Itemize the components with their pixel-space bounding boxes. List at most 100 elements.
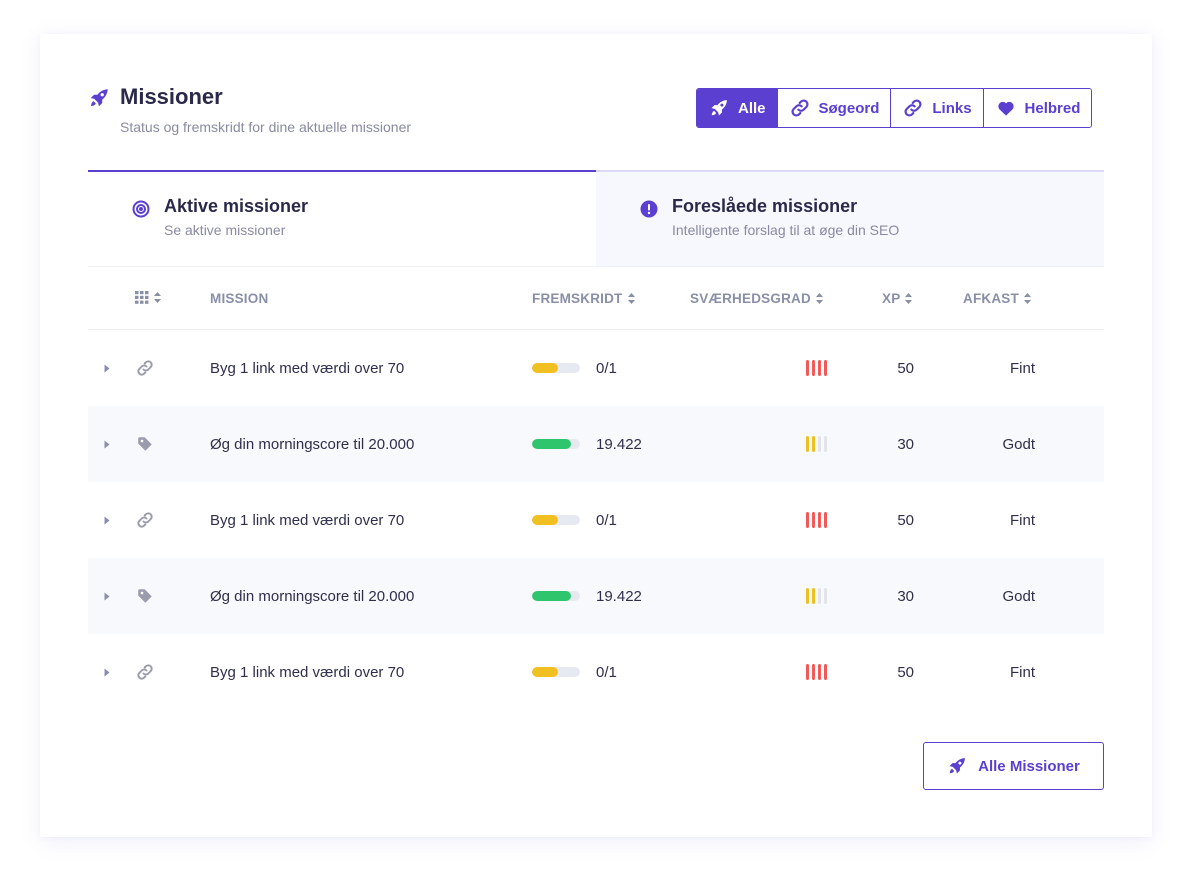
column-mission-label: MISSION	[210, 291, 269, 306]
return-value: Fint	[1009, 663, 1035, 681]
tab-active-title: Aktive missioner	[164, 196, 309, 216]
progress-value: 19.422	[596, 587, 642, 605]
difficulty-bar	[818, 360, 821, 376]
mission-name: Byg 1 link med værdi over 70	[210, 663, 405, 681]
difficulty-meter	[806, 330, 827, 406]
column-difficulty[interactable]: SVÆRHEDSGRAD	[690, 291, 823, 306]
difficulty-bar	[812, 360, 815, 376]
difficulty-bar	[806, 588, 809, 604]
mission-name: Byg 1 link med værdi over 70	[210, 511, 405, 529]
filter-health-button[interactable]: Helbred	[982, 89, 1092, 127]
column-mission[interactable]: MISSION	[210, 291, 268, 306]
xp-value: 30	[897, 435, 914, 453]
table-row[interactable]: Øg din morningscore til 20.000 19.422 30…	[88, 558, 1104, 634]
difficulty-bar	[812, 436, 815, 452]
sort-icon	[627, 293, 635, 304]
difficulty-meter	[806, 406, 827, 482]
all-missions-label: Alle Missioner	[978, 757, 1080, 775]
expand-caret-icon[interactable]	[104, 482, 112, 558]
column-difficulty-label: SVÆRHEDSGRAD	[690, 291, 811, 306]
progress-bar	[532, 591, 580, 601]
difficulty-bar	[812, 512, 815, 528]
difficulty-bar	[824, 664, 827, 680]
sort-icon	[1023, 293, 1031, 304]
rocket-icon	[949, 758, 966, 774]
expand-caret-icon[interactable]	[104, 634, 112, 710]
heart-icon	[997, 101, 1014, 116]
progress-cell: 19.422	[532, 406, 642, 482]
column-progress[interactable]: FREMSKRIDT	[532, 291, 635, 306]
filter-links-label: Links	[932, 99, 972, 117]
difficulty-bar	[824, 512, 827, 528]
missions-table: MISSION FREMSKRIDT SVÆRHEDSGRAD XP AFKAS…	[88, 266, 1104, 710]
difficulty-meter	[806, 634, 827, 710]
rocket-icon	[711, 100, 727, 116]
table-header: MISSION FREMSKRIDT SVÆRHEDSGRAD XP AFKAS…	[88, 266, 1104, 330]
progress-bar-fill	[532, 363, 559, 373]
link-icon	[136, 482, 156, 558]
filter-links-button[interactable]: Links	[890, 89, 983, 127]
progress-cell: 0/1	[532, 482, 617, 558]
progress-value: 19.422	[596, 435, 642, 453]
link-icon	[136, 634, 156, 710]
progress-cell: 0/1	[532, 634, 617, 710]
expand-caret-icon[interactable]	[104, 406, 112, 482]
page-title: Missioner	[120, 84, 223, 109]
progress-cell: 19.422	[532, 558, 642, 634]
difficulty-bar	[806, 436, 809, 452]
progress-value: 0/1	[596, 359, 617, 377]
expand-caret-icon[interactable]	[104, 330, 112, 406]
tag-icon	[136, 406, 156, 482]
column-progress-label: FREMSKRIDT	[532, 291, 623, 306]
column-return[interactable]: AFKAST	[963, 291, 1031, 306]
difficulty-bar	[818, 512, 821, 528]
tab-suggested-title: Foreslåede missioner	[672, 196, 858, 216]
difficulty-bar	[824, 588, 827, 604]
difficulty-bar	[806, 664, 809, 680]
return-value: Godt	[1002, 435, 1035, 453]
link-icon	[904, 99, 922, 117]
sort-icon	[905, 293, 913, 304]
return-value: Fint	[1009, 359, 1035, 377]
mission-tabs: Aktive missioner Se aktive missioner For…	[88, 170, 1104, 266]
progress-cell: 0/1	[532, 330, 617, 406]
type-sort-header[interactable]	[135, 291, 161, 304]
filter-keywords-button[interactable]: Søgeord	[776, 89, 891, 127]
filter-all-button[interactable]: Alle	[697, 89, 777, 127]
difficulty-bar	[812, 588, 815, 604]
mission-name: Øg din morningscore til 20.000	[210, 587, 415, 605]
progress-bar-fill	[532, 667, 559, 677]
difficulty-meter	[806, 558, 827, 634]
progress-bar-fill	[532, 439, 572, 449]
difficulty-bar	[824, 360, 827, 376]
xp-value: 50	[897, 663, 914, 681]
mission-filter-group: Alle Søgeord Links Helbred	[696, 88, 1093, 128]
link-icon	[136, 330, 156, 406]
sort-icon	[154, 292, 161, 303]
tab-suggested-missions[interactable]: Foreslåede missioner Intelligente forsla…	[596, 170, 1104, 266]
table-row[interactable]: Byg 1 link med værdi over 70 0/1 50 Fint	[88, 634, 1104, 710]
column-xp[interactable]: XP	[882, 291, 913, 306]
progress-bar	[532, 667, 580, 677]
expand-caret-icon[interactable]	[104, 558, 112, 634]
tag-icon	[136, 558, 156, 634]
grid-icon	[135, 291, 149, 304]
column-return-label: AFKAST	[963, 291, 1019, 306]
sort-icon	[815, 293, 823, 304]
link-icon	[791, 99, 809, 117]
xp-value: 50	[897, 359, 914, 377]
mission-name: Byg 1 link med værdi over 70	[210, 359, 405, 377]
xp-value: 50	[897, 511, 914, 529]
tab-suggested-subtitle: Intelligente forslag til at øge din SEO	[672, 222, 900, 238]
table-row[interactable]: Byg 1 link med værdi over 70 0/1 50 Fint	[88, 482, 1104, 558]
return-value: Fint	[1009, 511, 1035, 529]
progress-value: 0/1	[596, 663, 617, 681]
tab-active-subtitle: Se aktive missioner	[164, 222, 286, 238]
tab-active-missions[interactable]: Aktive missioner Se aktive missioner	[88, 170, 596, 266]
page-subtitle: Status og fremskridt for dine aktuelle m…	[120, 119, 412, 135]
all-missions-button[interactable]: Alle Missioner	[923, 742, 1104, 790]
missions-card: Missioner Status og fremskridt for dine …	[40, 34, 1152, 837]
alert-icon	[640, 200, 658, 218]
table-row[interactable]: Byg 1 link med værdi over 70 0/1 50 Fint	[88, 330, 1104, 406]
table-row[interactable]: Øg din morningscore til 20.000 19.422 30…	[88, 406, 1104, 482]
